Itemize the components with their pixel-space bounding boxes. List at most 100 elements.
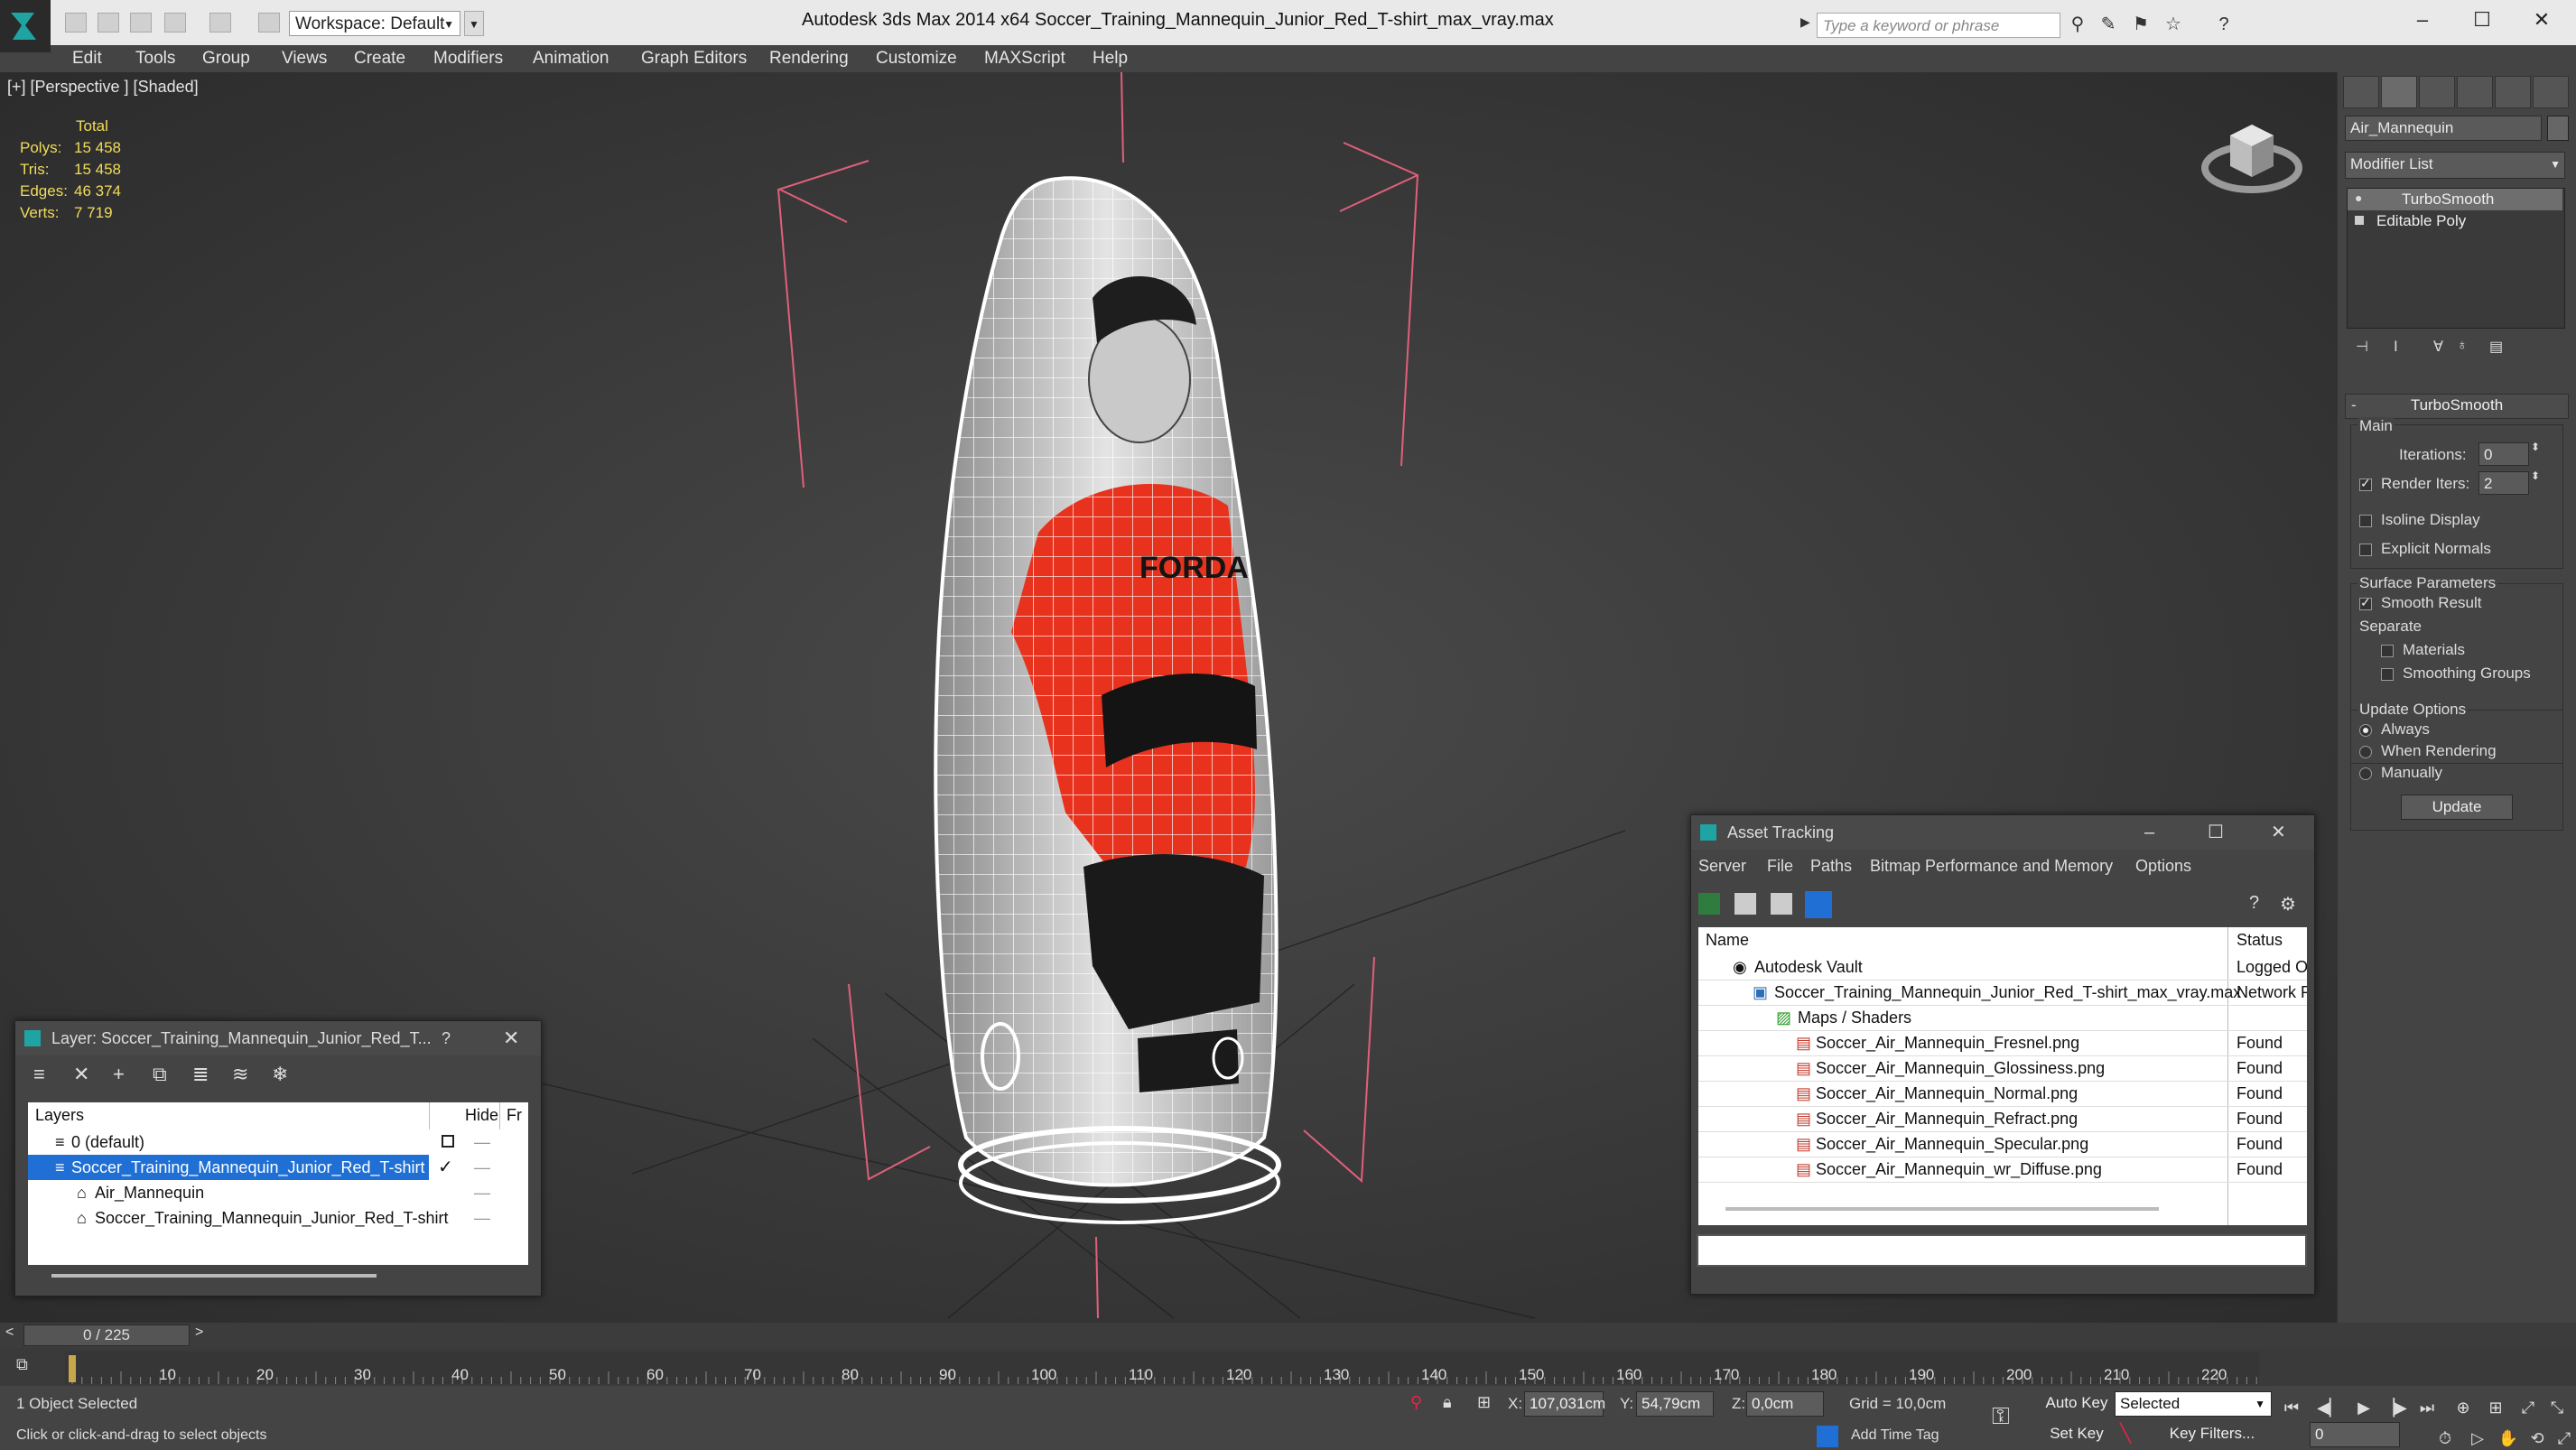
save-file-icon[interactable] <box>130 13 152 33</box>
menu-views[interactable]: Views <box>282 49 327 69</box>
menu-customize[interactable]: Customize <box>876 49 957 69</box>
play-icon[interactable]: ▶ <box>2351 1396 2376 1419</box>
menu-file[interactable]: File <box>1767 857 1793 876</box>
display-tab-icon[interactable] <box>2495 76 2531 108</box>
manually-radio[interactable] <box>2359 767 2372 780</box>
menu-graph-editors[interactable]: Graph Editors <box>641 49 747 69</box>
field-of-view-icon[interactable]: ▷ <box>2465 1427 2490 1450</box>
layer-row[interactable]: ≡ Soccer_Training_Mannequin_Junior_Red_T… <box>28 1155 528 1180</box>
pan-view-icon[interactable]: ✋ <box>2496 1427 2521 1450</box>
isoline-display-checkbox[interactable] <box>2359 515 2372 527</box>
layer-row[interactable]: ⌂ Soccer_Training_Mannequin_Junior_Red_T… <box>28 1205 528 1231</box>
close-icon[interactable]: ✕ <box>503 1021 519 1055</box>
minimize-button[interactable]: – <box>2144 815 2154 850</box>
hide-toggle[interactable]: — <box>474 1155 490 1180</box>
current-frame-marker[interactable] <box>69 1355 76 1382</box>
hierarchy-tab-icon[interactable] <box>2419 76 2455 108</box>
menu-options[interactable]: Options <box>2135 857 2191 876</box>
maximize-button[interactable]: ☐ <box>2461 4 2503 36</box>
modifier-list-dropdown[interactable]: Modifier List ▼ <box>2345 152 2565 179</box>
current-layer-checkbox[interactable] <box>442 1135 454 1148</box>
next-frame-icon[interactable]: ▕▶ <box>2382 1396 2407 1419</box>
menu-help[interactable]: Help <box>1093 49 1128 69</box>
binoculars-icon[interactable]: ⚲ <box>2066 13 2089 36</box>
asset-row[interactable]: ▨ Maps / Shaders <box>1698 1005 2307 1031</box>
status-column-header[interactable]: Status <box>2237 931 2283 950</box>
menu-animation[interactable]: Animation <box>533 49 609 69</box>
orbit-icon[interactable]: ⟲ <box>2525 1427 2550 1450</box>
check-icon[interactable]: ✓ <box>438 1155 453 1180</box>
key-icon[interactable]: ╲ <box>2120 1422 2131 1445</box>
smoothing-groups-checkbox[interactable] <box>2381 668 2394 681</box>
smooth-result-checkbox[interactable] <box>2359 595 2372 610</box>
selection-lock-icon[interactable]: 🔒︎ <box>1443 1393 1452 1412</box>
table-view-icon[interactable] <box>1805 891 1832 918</box>
favorites-star-icon[interactable]: ☆ <box>2162 13 2185 36</box>
absolute-mode-icon[interactable]: ⊞ <box>1477 1393 1491 1412</box>
horizontal-scrollbar[interactable] <box>51 1274 377 1278</box>
when-rendering-radio[interactable] <box>2359 746 2372 758</box>
layers-column-header[interactable]: Layers <box>35 1106 84 1125</box>
help-options-icon[interactable]: ⚙ <box>2280 893 2296 916</box>
asset-dialog-titlebar[interactable]: Asset Tracking – ☐ ✕ <box>1691 815 2314 850</box>
help-icon[interactable]: ? <box>442 1021 451 1055</box>
hide-toggle[interactable]: — <box>474 1180 490 1205</box>
help-icon[interactable]: ? <box>2249 893 2259 914</box>
help-icon[interactable]: ? <box>2212 13 2236 36</box>
previous-frame-icon[interactable]: ◀▏ <box>2317 1396 2342 1419</box>
add-to-layer-icon[interactable]: + <box>113 1063 125 1086</box>
hide-toggle[interactable]: — <box>474 1129 490 1155</box>
maximize-viewport-icon[interactable]: ⤢ <box>2552 1427 2576 1450</box>
project-folder-icon[interactable] <box>258 13 280 33</box>
menu-modifiers[interactable]: Modifiers <box>433 49 503 69</box>
asset-row[interactable]: ▤ Soccer_Air_Mannequin_Specular.png Foun… <box>1698 1131 2307 1157</box>
freeze-column-header[interactable]: Fr <box>507 1106 522 1125</box>
object-color-swatch[interactable] <box>2547 116 2569 141</box>
zoom-icon[interactable]: ⊕ <box>2450 1396 2476 1419</box>
current-frame-field[interactable]: 0 <box>2310 1422 2400 1447</box>
remove-modifier-icon[interactable]: ♁ <box>2457 338 2468 354</box>
menu-server[interactable]: Server <box>1698 857 1746 876</box>
zoom-extents-icon[interactable]: ⤢ <box>2516 1396 2541 1419</box>
render-iters-spinner[interactable]: 2 <box>2478 471 2529 495</box>
layer-dialog-titlebar[interactable]: Layer: Soccer_Training_Mannequin_Junior_… <box>15 1021 541 1055</box>
render-iters-checkbox[interactable] <box>2359 476 2372 491</box>
turbosmooth-rollout-header[interactable]: - TurboSmooth <box>2345 394 2569 419</box>
hide-all-icon[interactable]: ≋ <box>232 1063 248 1086</box>
asset-row[interactable]: ▤ Soccer_Air_Mannequin_wr_Diffuse.png Fo… <box>1698 1157 2307 1183</box>
spinner-arrows-icon[interactable]: ⬍ <box>2531 441 2540 453</box>
time-slider-prev[interactable]: < <box>5 1325 14 1341</box>
go-to-start-icon[interactable]: ⏮ <box>2279 1396 2304 1419</box>
update-button[interactable]: Update <box>2401 795 2513 820</box>
track-bar[interactable]: ⧉ <box>0 1348 2576 1386</box>
workspace-more-button[interactable]: ▼ <box>464 11 484 36</box>
expand-icon[interactable] <box>2355 216 2364 225</box>
add-time-tag[interactable]: Add Time Tag <box>1851 1427 1939 1444</box>
zoom-all-icon[interactable]: ⊞ <box>2483 1396 2508 1419</box>
explicit-normals-checkbox[interactable] <box>2359 544 2372 556</box>
isolate-selection-icon[interactable]: ⚲ <box>1410 1393 1422 1412</box>
close-button[interactable]: ✕ <box>2271 815 2286 850</box>
x-coordinate-field[interactable]: 107,031cm <box>1524 1391 1605 1417</box>
app-menu-button[interactable] <box>0 0 51 52</box>
pin-stack-icon[interactable]: ⊣ <box>2356 338 2368 356</box>
asset-row[interactable]: ▤ Soccer_Air_Mannequin_Normal.png Found <box>1698 1081 2307 1107</box>
menu-tools[interactable]: Tools <box>135 49 175 69</box>
stack-item-turbosmooth[interactable]: ● TurboSmooth <box>2348 189 2562 210</box>
modify-tab-icon[interactable] <box>2381 76 2417 108</box>
time-slider[interactable]: < 0 / 225 > <box>0 1323 2576 1348</box>
delete-layer-icon[interactable]: ✕ <box>73 1063 89 1086</box>
materials-checkbox[interactable] <box>2381 645 2394 657</box>
configure-sets-icon[interactable]: ▤ <box>2489 338 2503 356</box>
key-filter-selection-dropdown[interactable]: Selected ▼ <box>2115 1391 2272 1417</box>
set-key-button[interactable]: Set Key <box>2044 1422 2109 1447</box>
communication-center-icon[interactable]: ⚑ <box>2129 13 2153 36</box>
asset-row[interactable]: ◉ Autodesk Vault Logged O <box>1698 954 2307 981</box>
undo-icon[interactable] <box>164 13 186 33</box>
time-slider-thumb[interactable]: 0 / 225 <box>23 1325 190 1346</box>
search-expand-icon[interactable]: ▶ <box>1800 14 1810 30</box>
make-unique-icon[interactable]: ∀ <box>2433 338 2443 356</box>
set-key-mode-icon[interactable]: ⚿ <box>1992 1402 2010 1431</box>
menu-rendering[interactable]: Rendering <box>769 49 849 69</box>
zoom-extents-all-icon[interactable]: ⤡ <box>2544 1396 2570 1419</box>
